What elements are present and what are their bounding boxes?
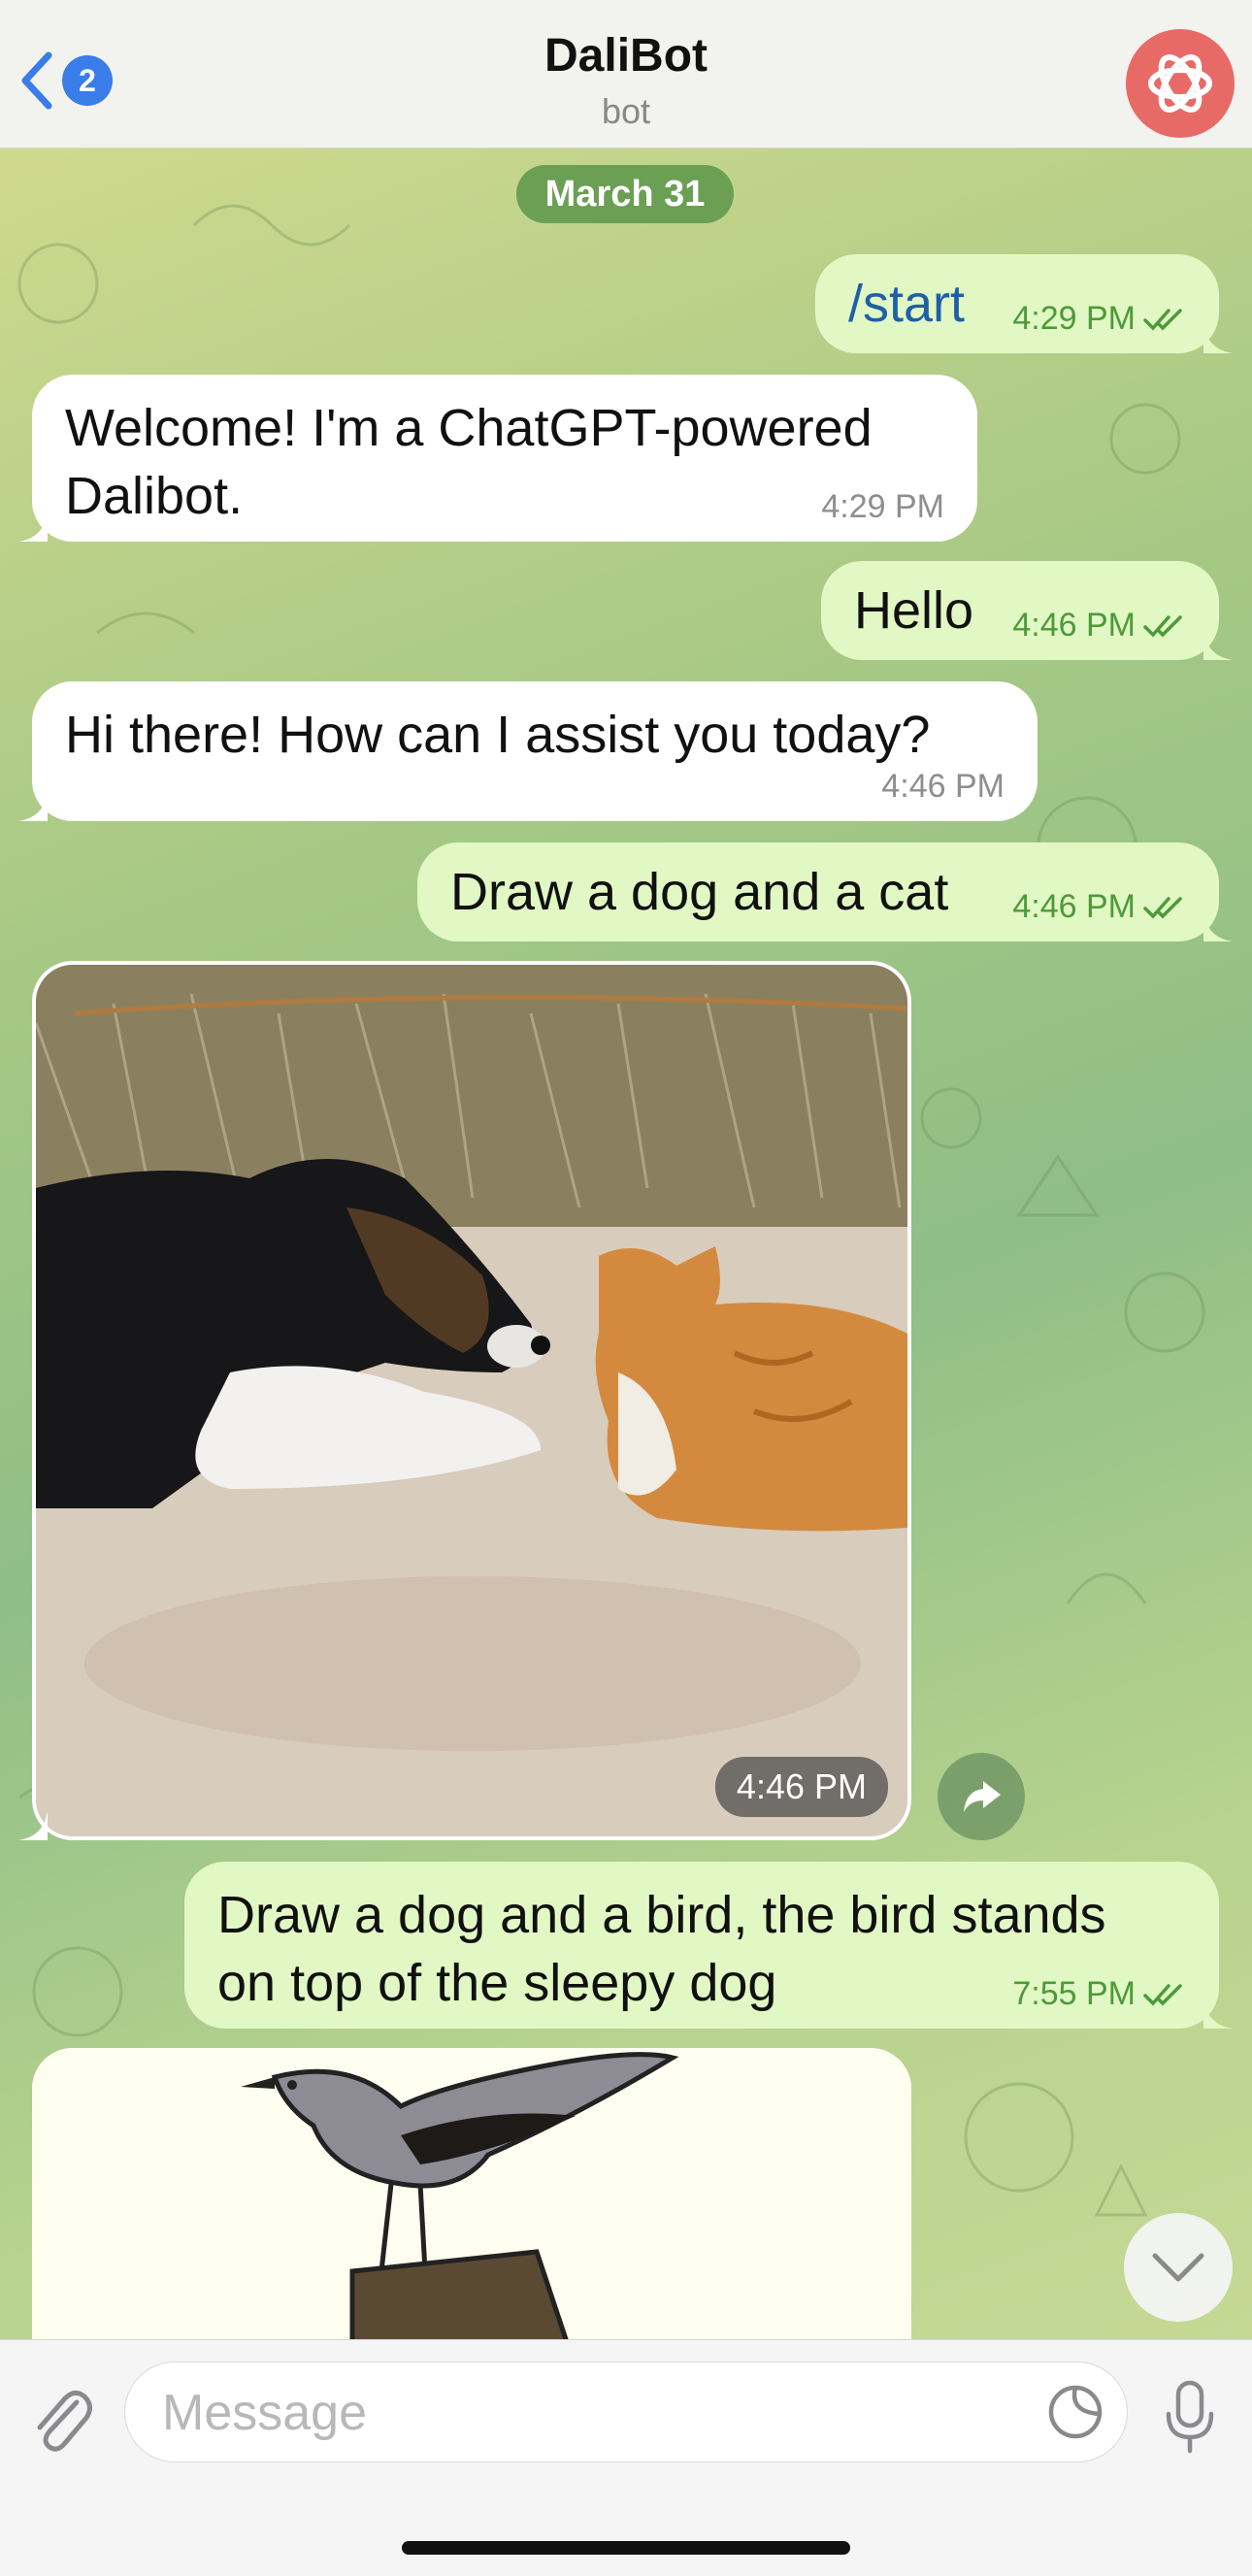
- microphone-icon: [1166, 2380, 1214, 2454]
- message-text[interactable]: Draw a dog and a bird, the bird stands o…: [217, 1881, 1106, 2017]
- message-time: 4:46 PM: [1012, 607, 1136, 644]
- message-time: 4:29 PM: [1012, 300, 1136, 337]
- message-text[interactable]: Welcome! I'm a ChatGPT-powered Dalibot.: [65, 394, 873, 530]
- share-icon: [964, 1781, 1001, 1812]
- sticker-icon: [1048, 2385, 1103, 2439]
- message-line: Dalibot.: [65, 467, 244, 525]
- message-meta: 4:29 PM: [821, 488, 944, 526]
- home-indicator[interactable]: [402, 2541, 850, 2555]
- message-time: 4:46 PM: [1012, 888, 1136, 925]
- message-meta: 4:46 PM: [1012, 888, 1186, 926]
- bubble-tail: [1203, 1999, 1233, 2029]
- message-meta: 7:55 PM: [1012, 1975, 1186, 2013]
- incoming-message[interactable]: Welcome! I'm a ChatGPT-powered Dalibot. …: [18, 375, 977, 542]
- bubble-tail: [1203, 631, 1233, 660]
- message-time: 4:29 PM: [821, 488, 944, 525]
- chat-header: 2 DaliBot bot: [0, 0, 1252, 149]
- share-button[interactable]: [938, 1753, 1025, 1840]
- message-meta: 4:29 PM: [1012, 300, 1186, 338]
- double-check-icon: [1143, 308, 1182, 331]
- bubble-tail: [18, 512, 48, 542]
- sticker-button[interactable]: [1043, 2380, 1107, 2444]
- dog-and-bird-image: [32, 2048, 911, 2368]
- message-line: on top of the sleepy dog: [217, 1954, 777, 2012]
- double-check-icon: [1143, 896, 1182, 919]
- message-text[interactable]: Hello: [854, 577, 973, 644]
- message-field[interactable]: [124, 2361, 1128, 2462]
- chat-title[interactable]: DaliBot: [0, 29, 1252, 83]
- date-separator: March 31: [516, 165, 734, 223]
- avatar[interactable]: [1126, 29, 1235, 138]
- incoming-message[interactable]: Hi there! How can I assist you today? 4:…: [18, 681, 1038, 821]
- message-meta: 4:46 PM: [1012, 607, 1186, 644]
- message-text[interactable]: Hi there! How can I assist you today?: [65, 701, 930, 769]
- message-time: 4:46 PM: [881, 768, 1005, 805]
- message-text[interactable]: Draw a dog and a cat: [450, 858, 948, 926]
- scroll-to-bottom-button[interactable]: [1124, 2213, 1233, 2322]
- bubble-tail: [18, 792, 48, 821]
- message-text[interactable]: /start: [848, 270, 965, 338]
- paperclip-icon: [37, 2391, 92, 2452]
- bubble-tail: [1203, 324, 1233, 353]
- generated-image[interactable]: 4:46 PM: [36, 965, 907, 1836]
- openai-logo-icon: [1148, 54, 1212, 113]
- incoming-photo-message[interactable]: [32, 2048, 911, 2368]
- outgoing-message[interactable]: /start 4:29 PM: [815, 254, 1233, 353]
- outgoing-message[interactable]: Draw a dog and a cat 4:46 PM: [417, 842, 1233, 941]
- bubble-tail: [1203, 912, 1233, 941]
- message-input[interactable]: [160, 2380, 1018, 2446]
- attach-button[interactable]: [23, 2379, 101, 2457]
- chevron-down-icon: [1152, 2253, 1204, 2282]
- outgoing-message[interactable]: Draw a dog and a bird, the bird stands o…: [184, 1862, 1233, 2029]
- outgoing-message[interactable]: Hello 4:46 PM: [821, 561, 1233, 660]
- chat-subtitle: bot: [601, 91, 651, 131]
- bubble-tail: [18, 1811, 48, 1840]
- message-line: Draw a dog and a bird, the bird stands: [217, 1886, 1106, 1944]
- double-check-icon: [1143, 1983, 1182, 2006]
- photo-time: 4:46 PM: [714, 1757, 888, 1817]
- message-time: 7:55 PM: [1012, 1975, 1136, 2012]
- message-meta: 4:46 PM: [881, 768, 1005, 806]
- incoming-photo-message[interactable]: 4:46 PM: [18, 961, 911, 1840]
- voice-message-button[interactable]: [1151, 2375, 1229, 2459]
- dog-and-cat-image: [36, 965, 907, 1836]
- message-line: Welcome! I'm a ChatGPT-powered: [65, 399, 873, 457]
- double-check-icon: [1143, 614, 1182, 638]
